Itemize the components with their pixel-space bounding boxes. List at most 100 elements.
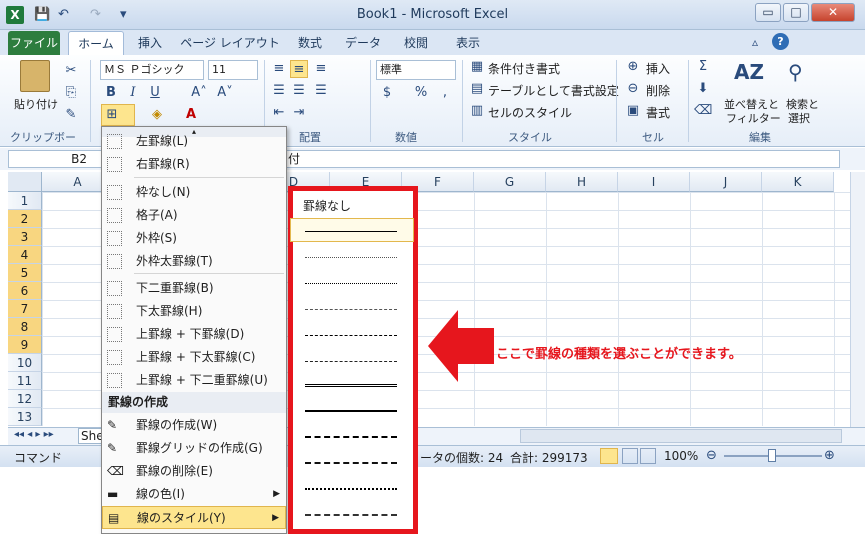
delete-cells-button[interactable]: 削除: [646, 82, 670, 99]
align-top-icon[interactable]: ≡: [270, 60, 288, 78]
underline-icon[interactable]: U: [146, 84, 164, 102]
cut-icon[interactable]: ✂: [62, 62, 80, 80]
close-button[interactable]: ✕: [811, 3, 855, 22]
row-header[interactable]: 2: [8, 210, 42, 228]
column-header[interactable]: I: [618, 172, 690, 192]
tab-page-layout[interactable]: ページ レイアウト: [180, 31, 280, 55]
zoom-slider-thumb[interactable]: [768, 449, 776, 462]
row-header[interactable]: 8: [8, 318, 42, 336]
autosum-icon[interactable]: Σ: [694, 58, 712, 76]
minimize-button[interactable]: ▭: [755, 3, 781, 22]
page-break-view-icon[interactable]: [640, 448, 656, 464]
tab-data[interactable]: データ: [338, 31, 388, 55]
align-bottom-icon[interactable]: ≡: [312, 60, 330, 78]
paste-icon[interactable]: [20, 60, 50, 92]
line-style-option[interactable]: [305, 283, 397, 284]
formula-input[interactable]: 付: [285, 150, 840, 168]
grow-font-icon[interactable]: A˄: [190, 84, 208, 102]
conditional-format-button[interactable]: 条件付き書式: [488, 60, 560, 77]
border-menu-item[interactable]: 下二重罫線(B): [102, 277, 286, 300]
draw-menu-item[interactable]: ✎ 罫線グリッドの作成(G): [102, 437, 286, 460]
tab-insert[interactable]: 挿入: [128, 31, 172, 55]
row-header[interactable]: 4: [8, 246, 42, 264]
row-header[interactable]: 9: [8, 336, 42, 354]
column-header[interactable]: K: [762, 172, 834, 192]
border-menu-item[interactable]: 枠なし(N): [102, 181, 286, 204]
line-style-option[interactable]: [305, 309, 397, 310]
column-header[interactable]: H: [546, 172, 618, 192]
border-menu-item[interactable]: 外枠(S): [102, 227, 286, 250]
ribbon-collapse-icon[interactable]: ▵: [752, 35, 758, 49]
horizontal-scrollbar[interactable]: [520, 429, 842, 443]
font-color-icon[interactable]: A: [182, 106, 200, 124]
border-menu-item[interactable]: 上罫線 + 下二重罫線(U): [102, 369, 286, 392]
currency-icon[interactable]: $: [378, 84, 396, 102]
font-size-combo[interactable]: 11: [208, 60, 258, 80]
line-style-selected[interactable]: [290, 218, 414, 242]
align-left-icon[interactable]: ☰: [270, 82, 288, 100]
border-menu-item[interactable]: 上罫線 + 下太罫線(C): [102, 346, 286, 369]
font-name-combo[interactable]: ＭＳ Ｐゴシック: [100, 60, 204, 80]
border-menu-item[interactable]: 外枠太罫線(T): [102, 250, 286, 273]
line-style-none[interactable]: 罫線なし: [303, 197, 351, 214]
row-header[interactable]: 3: [8, 228, 42, 246]
column-header[interactable]: G: [474, 172, 546, 192]
line-style-option[interactable]: [305, 384, 397, 387]
sheet-nav-icon[interactable]: ◂◂ ◂ ▸ ▸▸: [14, 429, 54, 440]
fill-color-icon[interactable]: ◈: [148, 106, 166, 124]
line-style-option[interactable]: [305, 488, 397, 490]
row-header[interactable]: 13: [8, 408, 42, 426]
border-menu-item[interactable]: 右罫線(R): [102, 153, 286, 176]
draw-menu-item[interactable]: ▤ 線のスタイル(Y) ▶: [102, 506, 286, 529]
increase-indent-icon[interactable]: ⇥: [290, 104, 308, 122]
zoom-in-icon[interactable]: ⊕: [824, 448, 835, 463]
clear-icon[interactable]: ⌫: [694, 102, 712, 120]
border-menu-item[interactable]: 左罫線(L): [102, 130, 286, 153]
copy-icon[interactable]: ⎘: [62, 84, 80, 102]
paste-button[interactable]: 貼り付け: [14, 96, 58, 112]
line-style-option[interactable]: [305, 514, 397, 516]
number-format-combo[interactable]: 標準: [376, 60, 456, 80]
row-header[interactable]: 10: [8, 354, 42, 372]
bold-icon[interactable]: B: [102, 84, 120, 102]
line-style-option[interactable]: [305, 462, 397, 464]
comma-icon[interactable]: ,: [436, 84, 454, 102]
percent-icon[interactable]: %: [412, 84, 430, 102]
format-as-table-button[interactable]: テーブルとして書式設定: [488, 82, 619, 99]
line-style-option[interactable]: [305, 335, 397, 336]
column-header[interactable]: J: [690, 172, 762, 192]
page-layout-view-icon[interactable]: [622, 448, 638, 464]
tab-view[interactable]: 表示: [446, 31, 490, 55]
border-menu-item[interactable]: 下太罫線(H): [102, 300, 286, 323]
line-style-option[interactable]: [305, 257, 397, 258]
decrease-indent-icon[interactable]: ⇤: [270, 104, 288, 122]
line-style-option[interactable]: [305, 410, 397, 412]
tab-file[interactable]: ファイル: [8, 31, 60, 55]
row-header[interactable]: 12: [8, 390, 42, 408]
help-icon[interactable]: ?: [772, 33, 789, 50]
format-cells-button[interactable]: 書式: [646, 104, 670, 121]
vertical-scrollbar[interactable]: [850, 172, 865, 427]
shrink-font-icon[interactable]: A˅: [216, 84, 234, 102]
draw-menu-item[interactable]: ⌫ 罫線の削除(E): [102, 460, 286, 483]
row-header[interactable]: 7: [8, 300, 42, 318]
draw-menu-item[interactable]: ▬ 線の色(I) ▶: [102, 483, 286, 506]
draw-menu-item[interactable]: ✎ 罫線の作成(W): [102, 414, 286, 437]
cell-styles-button[interactable]: セルのスタイル: [488, 104, 572, 121]
row-header[interactable]: 6: [8, 282, 42, 300]
row-header[interactable]: 5: [8, 264, 42, 282]
insert-cells-button[interactable]: 挿入: [646, 60, 670, 77]
italic-icon[interactable]: I: [124, 84, 142, 102]
align-middle-icon[interactable]: ≡: [290, 60, 308, 78]
zoom-level[interactable]: 100%: [664, 449, 698, 463]
line-style-option[interactable]: [305, 361, 397, 362]
line-style-option[interactable]: [305, 436, 397, 438]
border-menu-item[interactable]: 上罫線 + 下罫線(D): [102, 323, 286, 346]
line-style-option[interactable]: [305, 231, 397, 232]
align-center-icon[interactable]: ☰: [290, 82, 308, 100]
zoom-out-icon[interactable]: ⊖: [706, 448, 717, 463]
align-right-icon[interactable]: ☰: [312, 82, 330, 100]
tab-formulas[interactable]: 数式: [288, 31, 332, 55]
normal-view-icon[interactable]: [600, 448, 618, 464]
select-all-corner[interactable]: [8, 172, 42, 192]
